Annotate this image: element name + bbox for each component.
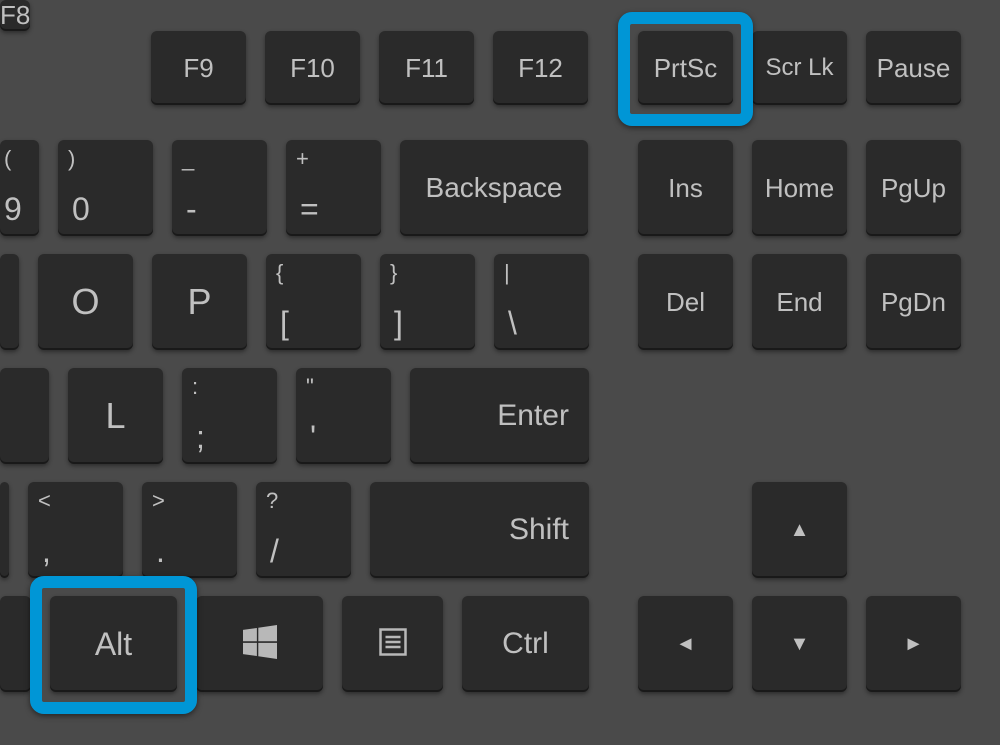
- key-equals[interactable]: + =: [286, 140, 381, 236]
- key-backspace[interactable]: Backspace: [400, 140, 588, 236]
- key-label: Pause: [877, 53, 951, 84]
- key-label: Del: [666, 287, 705, 318]
- key-f9[interactable]: F9: [151, 31, 246, 105]
- key-quote[interactable]: " ': [296, 368, 391, 464]
- key-prtsc[interactable]: PrtSc: [638, 31, 733, 105]
- arrow-right-icon: ►: [904, 633, 924, 656]
- key-slash[interactable]: ? /: [256, 482, 351, 578]
- key-label: F9: [183, 53, 213, 84]
- key-lower: ;: [196, 419, 205, 456]
- key-lower: .: [156, 533, 165, 570]
- menu-icon: [378, 627, 408, 662]
- key-label: Shift: [509, 513, 569, 547]
- arrow-down-icon: ▼: [790, 633, 810, 656]
- key-p[interactable]: P: [152, 254, 247, 350]
- key-lower: ': [310, 419, 316, 456]
- key-f8[interactable]: F8: [0, 0, 30, 31]
- key-0[interactable]: ) 0: [58, 140, 153, 236]
- key-end[interactable]: End: [752, 254, 847, 350]
- key-upper: |: [504, 260, 510, 286]
- key-label: Home: [765, 173, 834, 204]
- key-label: F11: [405, 53, 448, 84]
- key-m-partial[interactable]: [0, 482, 9, 578]
- key-upper: (: [4, 146, 11, 172]
- key-lower: ]: [394, 305, 403, 342]
- key-ctrl[interactable]: Ctrl: [462, 596, 589, 692]
- key-lower: \: [508, 305, 517, 342]
- key-alt[interactable]: Alt: [50, 596, 177, 692]
- key-upper: :: [192, 374, 198, 400]
- key-label: F10: [290, 53, 335, 84]
- key-f10[interactable]: F10: [265, 31, 360, 105]
- key-shift[interactable]: Shift: [370, 482, 589, 578]
- key-enter[interactable]: Enter: [410, 368, 589, 464]
- key-k-partial[interactable]: [0, 368, 49, 464]
- key-comma[interactable]: < ,: [28, 482, 123, 578]
- key-scrlk[interactable]: Scr Lk: [752, 31, 847, 105]
- key-upper: ": [306, 374, 314, 400]
- key-label: Ctrl: [502, 627, 549, 661]
- key-label: Scr Lk: [765, 54, 833, 82]
- key-space-partial[interactable]: [0, 596, 31, 692]
- key-label: Alt: [95, 626, 132, 663]
- key-minus[interactable]: _ -: [172, 140, 267, 236]
- key-lower: ,: [42, 533, 51, 570]
- key-upper: }: [390, 260, 397, 286]
- key-lower: [: [280, 305, 289, 342]
- key-lower: -: [186, 191, 197, 228]
- key-right[interactable]: ►: [866, 596, 961, 692]
- key-f11[interactable]: F11: [379, 31, 474, 105]
- key-upper: >: [152, 488, 165, 514]
- key-label: P: [187, 281, 211, 323]
- key-o[interactable]: O: [38, 254, 133, 350]
- key-i-partial[interactable]: [0, 254, 19, 350]
- key-left[interactable]: ◄: [638, 596, 733, 692]
- arrow-left-icon: ◄: [676, 633, 696, 656]
- key-upper: _: [182, 146, 194, 172]
- key-label: Enter: [497, 399, 569, 433]
- key-semicolon[interactable]: : ;: [182, 368, 277, 464]
- key-9[interactable]: ( 9: [0, 140, 39, 236]
- key-lower: 9: [4, 191, 22, 228]
- key-f12[interactable]: F12: [493, 31, 588, 105]
- key-label: PgUp: [881, 173, 946, 204]
- key-label: Backspace: [426, 172, 563, 204]
- key-home[interactable]: Home: [752, 140, 847, 236]
- key-lbracket[interactable]: { [: [266, 254, 361, 350]
- key-label: Ins: [668, 173, 703, 204]
- arrow-up-icon: ▲: [790, 519, 810, 542]
- key-win[interactable]: [196, 596, 323, 692]
- key-pgdn[interactable]: PgDn: [866, 254, 961, 350]
- key-down[interactable]: ▼: [752, 596, 847, 692]
- key-up[interactable]: ▲: [752, 482, 847, 578]
- key-upper: {: [276, 260, 283, 286]
- key-label: L: [105, 395, 125, 437]
- key-menu[interactable]: [342, 596, 443, 692]
- key-period[interactable]: > .: [142, 482, 237, 578]
- key-lower: /: [270, 533, 279, 570]
- key-label: PrtSc: [654, 53, 718, 84]
- key-del[interactable]: Del: [638, 254, 733, 350]
- key-label: O: [71, 281, 99, 323]
- key-upper: +: [296, 146, 309, 172]
- windows-icon: [243, 625, 277, 664]
- key-label: F8: [0, 0, 30, 31]
- key-pause[interactable]: Pause: [866, 31, 961, 105]
- key-label: F12: [518, 53, 563, 84]
- key-rbracket[interactable]: } ]: [380, 254, 475, 350]
- key-l[interactable]: L: [68, 368, 163, 464]
- key-ins[interactable]: Ins: [638, 140, 733, 236]
- key-backslash[interactable]: | \: [494, 254, 589, 350]
- key-upper: ): [68, 146, 75, 172]
- key-upper: <: [38, 488, 51, 514]
- key-upper: ?: [266, 488, 278, 514]
- key-label: PgDn: [881, 287, 946, 318]
- key-label: End: [776, 287, 822, 318]
- key-pgup[interactable]: PgUp: [866, 140, 961, 236]
- key-lower: 0: [72, 191, 90, 228]
- key-lower: =: [300, 191, 319, 228]
